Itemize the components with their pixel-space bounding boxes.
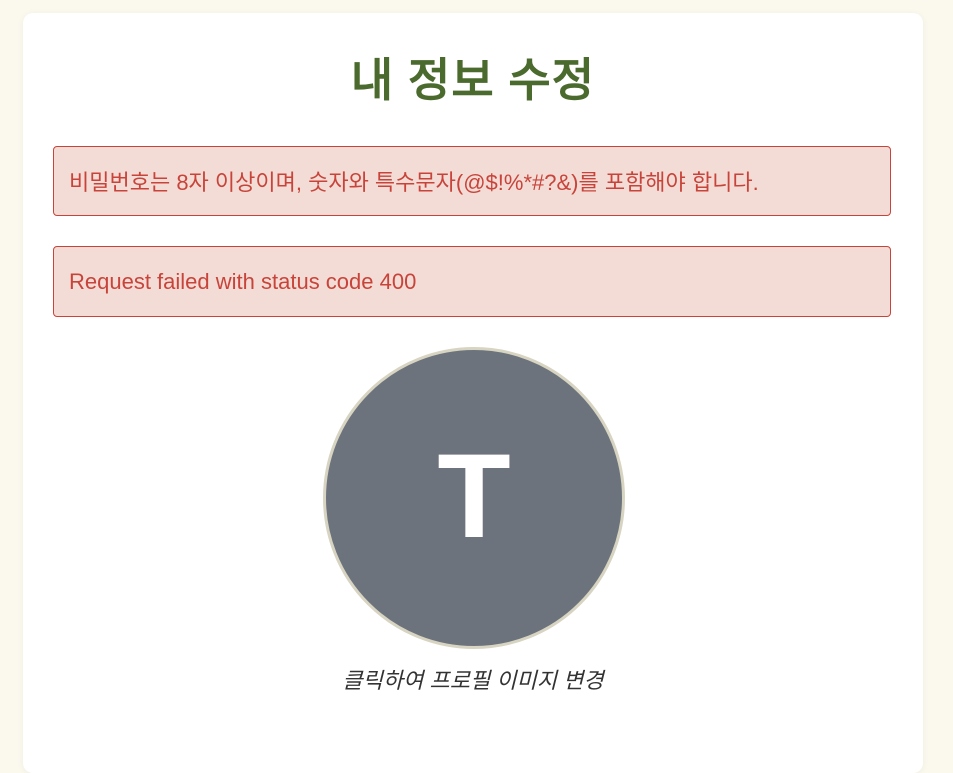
request-error-alert: Request failed with status code 400: [53, 246, 891, 317]
password-error-alert: 비밀번호는 8자 이상이며, 숫자와 특수문자(@$!%*#?&)를 포함해야 …: [53, 146, 891, 216]
avatar-initial: T: [437, 429, 511, 563]
edit-profile-card: 내 정보 수정 비밀번호는 8자 이상이며, 숫자와 특수문자(@$!%*#?&…: [23, 13, 923, 773]
profile-avatar-button[interactable]: T: [323, 347, 625, 649]
page-title: 내 정보 수정: [350, 54, 596, 106]
request-error-message: Request failed with status code 400: [69, 268, 417, 294]
avatar-change-hint: 클릭하여 프로필 이미지 변경: [342, 668, 604, 693]
password-error-message: 비밀번호는 8자 이상이며, 숫자와 특수문자(@$!%*#?&)를 포함해야 …: [69, 170, 759, 195]
